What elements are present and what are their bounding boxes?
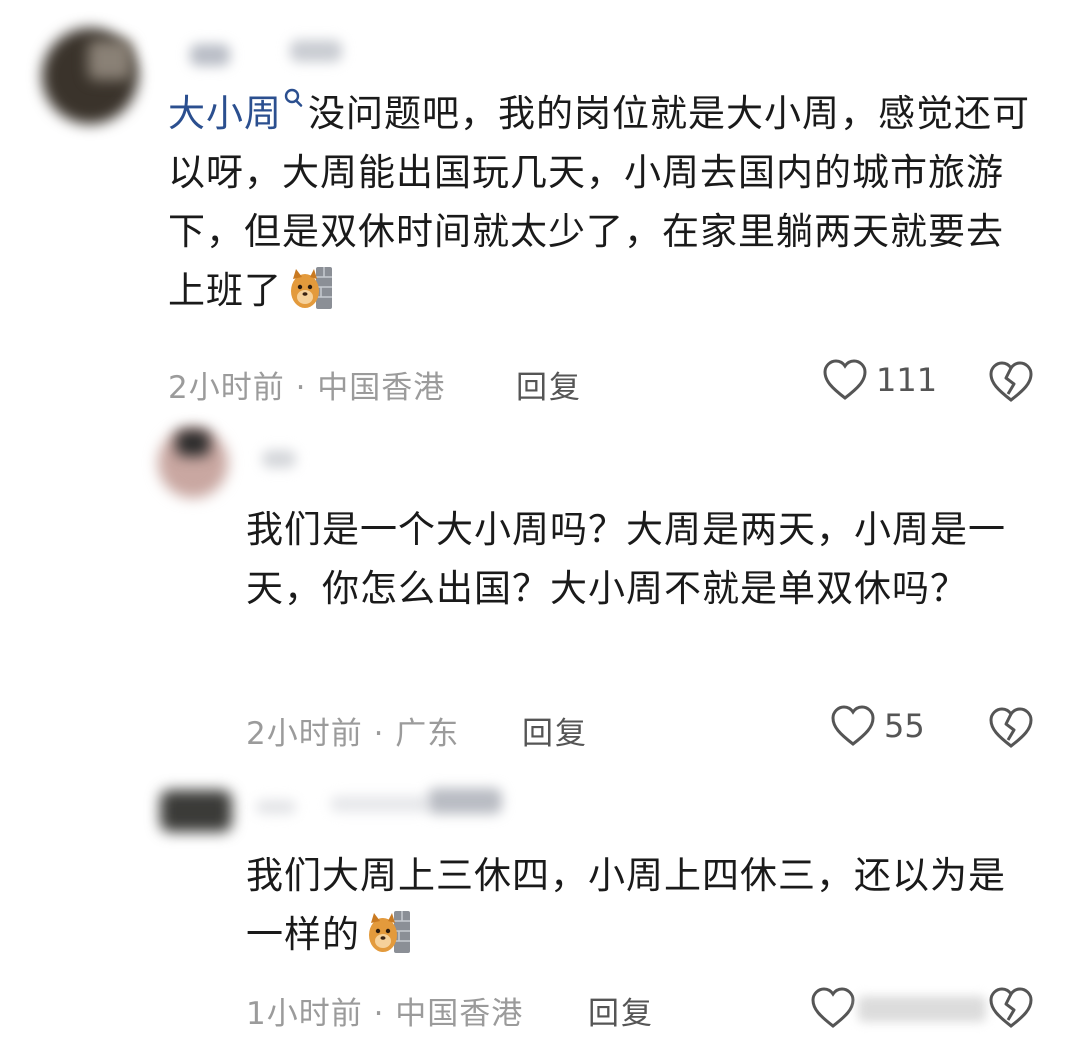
timestamp: 2小时前	[246, 716, 363, 752]
like-count: 111	[876, 361, 938, 399]
heart-icon	[831, 705, 875, 746]
location: 中国香港	[317, 370, 446, 406]
comment-meta: 1小时前 · 中国香港	[246, 996, 524, 1032]
avatar-detail	[176, 430, 210, 456]
heart-icon	[823, 359, 867, 400]
avatar-detail	[88, 40, 132, 80]
broken-heart-icon[interactable]	[988, 986, 1034, 1030]
username-blurred-2	[290, 40, 342, 62]
location: 广东	[395, 716, 460, 752]
search-icon	[284, 88, 303, 107]
username-blurred-3	[428, 788, 502, 814]
topic-link[interactable]: 大小周	[168, 88, 308, 135]
like-button[interactable]: 111	[822, 358, 937, 402]
like-count: 55	[884, 707, 925, 745]
dog-peek-emoji	[369, 911, 410, 953]
comment-text: 大小周 没问题吧，我的岗位就是大小周，感觉还可以呀，大周能出国玩几天，小周去国内的…	[168, 84, 1038, 320]
like-button[interactable]: 55	[830, 704, 925, 748]
broken-heart-icon[interactable]	[988, 706, 1034, 750]
reply-button[interactable]: 回复	[588, 988, 654, 1033]
timestamp: 1小时前	[246, 996, 363, 1032]
avatar[interactable]	[160, 790, 232, 832]
reply-button[interactable]: 回复	[516, 362, 582, 407]
broken-heart-icon[interactable]	[988, 360, 1034, 404]
watermark	[858, 996, 986, 1022]
username-blurred[interactable]	[262, 450, 296, 468]
comment-body: 我们大周上三休四，小周上四休三，还以为是一样的	[246, 854, 1006, 956]
comment-text: 我们是一个大小周吗？大周是两天，小周是一天，你怎么出国？大小周不就是单双休吗？	[246, 508, 1006, 610]
comment-text: 我们大周上三休四，小周上四休三，还以为是一样的	[246, 846, 1036, 964]
timestamp: 2小时前	[168, 370, 285, 406]
heart-icon	[811, 987, 855, 1028]
username-blurred[interactable]	[190, 44, 230, 66]
username-blurred-2	[330, 796, 430, 812]
comment-meta: 2小时前 · 广东	[246, 716, 460, 752]
reply-button[interactable]: 回复	[522, 708, 588, 753]
comment-body-line1: 没问题吧，我的岗位就是大小周，感觉	[308, 92, 954, 135]
comment-meta: 2小时前 · 中国香港	[168, 370, 446, 406]
username-blurred[interactable]	[256, 800, 296, 814]
location: 中国香港	[395, 996, 524, 1032]
dog-peek-emoji	[291, 267, 332, 309]
like-button[interactable]	[810, 986, 864, 1030]
